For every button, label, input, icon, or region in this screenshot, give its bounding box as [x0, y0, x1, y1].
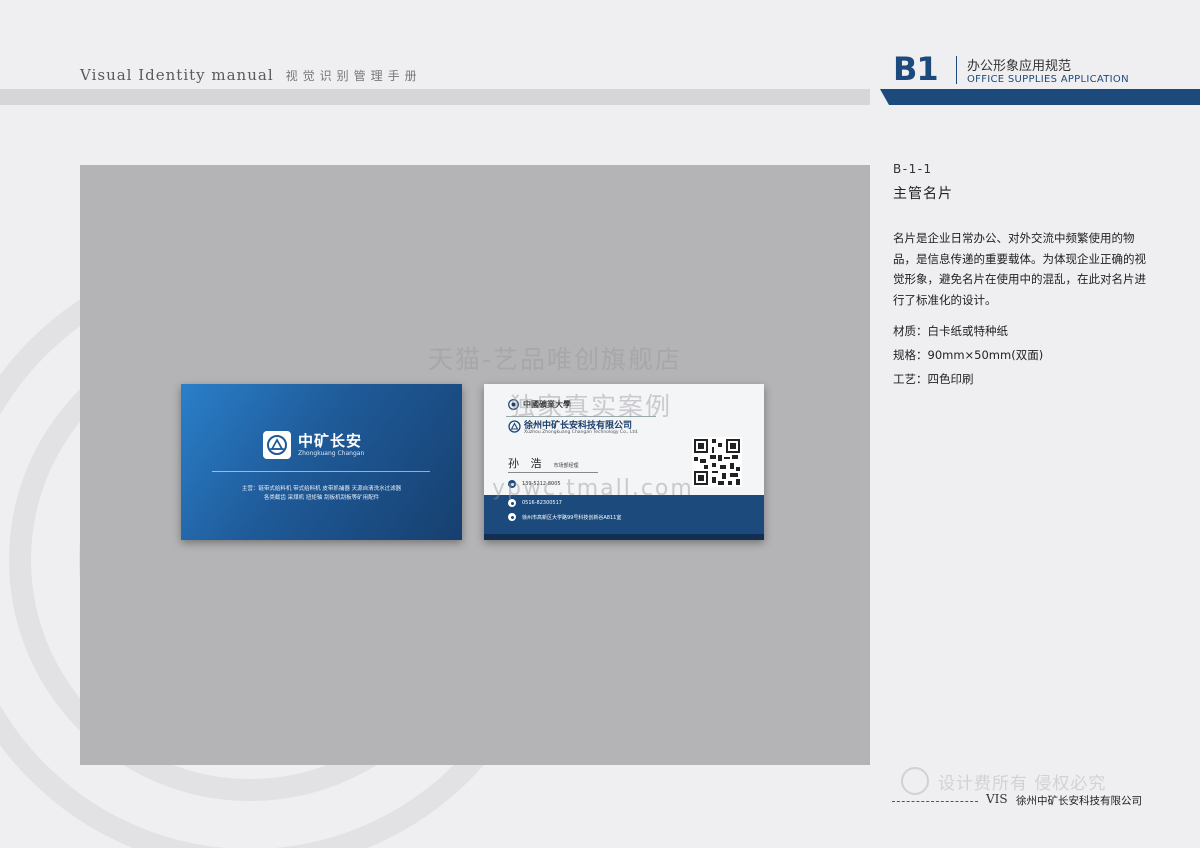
tel-row: 0516-82300517 [508, 499, 562, 507]
business-scope: 主营：链带式给料机 带式给料机 皮带抓捕器 天源自清洗水过滤器 各类截齿 采煤机… [201, 485, 442, 503]
university-seal-icon [508, 399, 519, 410]
person-info: 孙 浩 市场部经理 [508, 455, 579, 471]
spec-size: 规格：90mm×50mm(双面) [893, 348, 1044, 362]
person-title: 市场部经理 [553, 463, 579, 469]
back-company-name-en: Xuzhou Zhongkuang Changan Technology Co.… [524, 430, 639, 435]
footer-company: 徐州中矿长安科技有限公司 [1016, 795, 1142, 807]
back-divider [506, 416, 656, 417]
company-emblem-small-icon [508, 420, 521, 433]
person-name: 孙 浩 [508, 457, 546, 470]
tel-number: 0516-82300517 [522, 500, 562, 506]
manual-title-cn: 视觉识别管理手册 [285, 69, 422, 83]
university-mark: 中國礦業大學 [508, 399, 571, 410]
spec-material: 材质：白卡纸或特种纸 [893, 324, 1008, 338]
item-title: 主管名片 [893, 186, 953, 202]
telephone-icon [508, 499, 516, 507]
footer-watermark-text: 设计费所有 侵权必究 [938, 773, 1107, 794]
logo-company-pinyin: Zhongkuang Changan [298, 449, 365, 457]
university-name: 中國礦業大學 [523, 399, 571, 409]
footer-vis-label: VIS [986, 792, 1008, 806]
address-row: 徐州市高新区大学路99号科技创新谷A811室 [508, 513, 621, 521]
business-scope-line-2: 各类截齿 采煤机 扭矩轴 刮板机刮板等矿用配件 [263, 495, 380, 501]
manual-title-en: Visual Identity manual [80, 66, 274, 84]
phone-icon [508, 480, 516, 488]
business-card-front: 中矿长安 Zhongkuang Changan 主营：链带式给料机 带式给料机 … [181, 384, 462, 540]
logo-company-name: 中矿长安 [298, 431, 363, 450]
phone-number: 139-5212-8005 [522, 481, 561, 487]
address: 徐州市高新区大学路99号科技创新谷A811室 [522, 514, 622, 521]
item-code: B-1-1 [893, 162, 933, 176]
copyright-emblem-icon [901, 767, 929, 795]
business-scope-line-1: 主营：链带式给料机 带式给料机 皮带抓捕器 天源自清洗水过滤器 [241, 486, 402, 492]
section-title-cn: 办公形象应用规范 [967, 59, 1072, 74]
section-title-en: OFFICE SUPPLIES APPLICATION [967, 74, 1129, 85]
item-description: 名片是企业日常办公、对外交流中频繁使用的物品，是信息传递的重要载体。为体现企业正… [893, 231, 1146, 307]
spec-process: 工艺：四色印刷 [893, 372, 974, 386]
header-blue-bar [880, 89, 1200, 105]
display-panel: 中矿长安 Zhongkuang Changan 主营：链带式给料机 带式给料机 … [80, 165, 870, 765]
company-logo: 中矿长安 Zhongkuang Changan [263, 431, 364, 459]
business-card-back: 中國礦業大學 徐州中矿长安科技有限公司 Xuzhou Zhongkuang Ch… [484, 384, 764, 540]
manual-title: Visual Identity manual 视觉识别管理手册 [80, 66, 422, 84]
qr-code [692, 437, 742, 487]
phone-row: 139-5212-8005 [508, 480, 561, 488]
header-grey-bar [0, 89, 870, 105]
footer-dashed-line [892, 801, 978, 802]
card-divider [212, 471, 430, 472]
back-dark-strip [484, 534, 764, 540]
name-underline [508, 472, 598, 473]
location-pin-icon [508, 513, 516, 521]
company-emblem-icon [263, 431, 291, 459]
header-divider [956, 56, 957, 84]
section-code: B1 [893, 50, 939, 88]
